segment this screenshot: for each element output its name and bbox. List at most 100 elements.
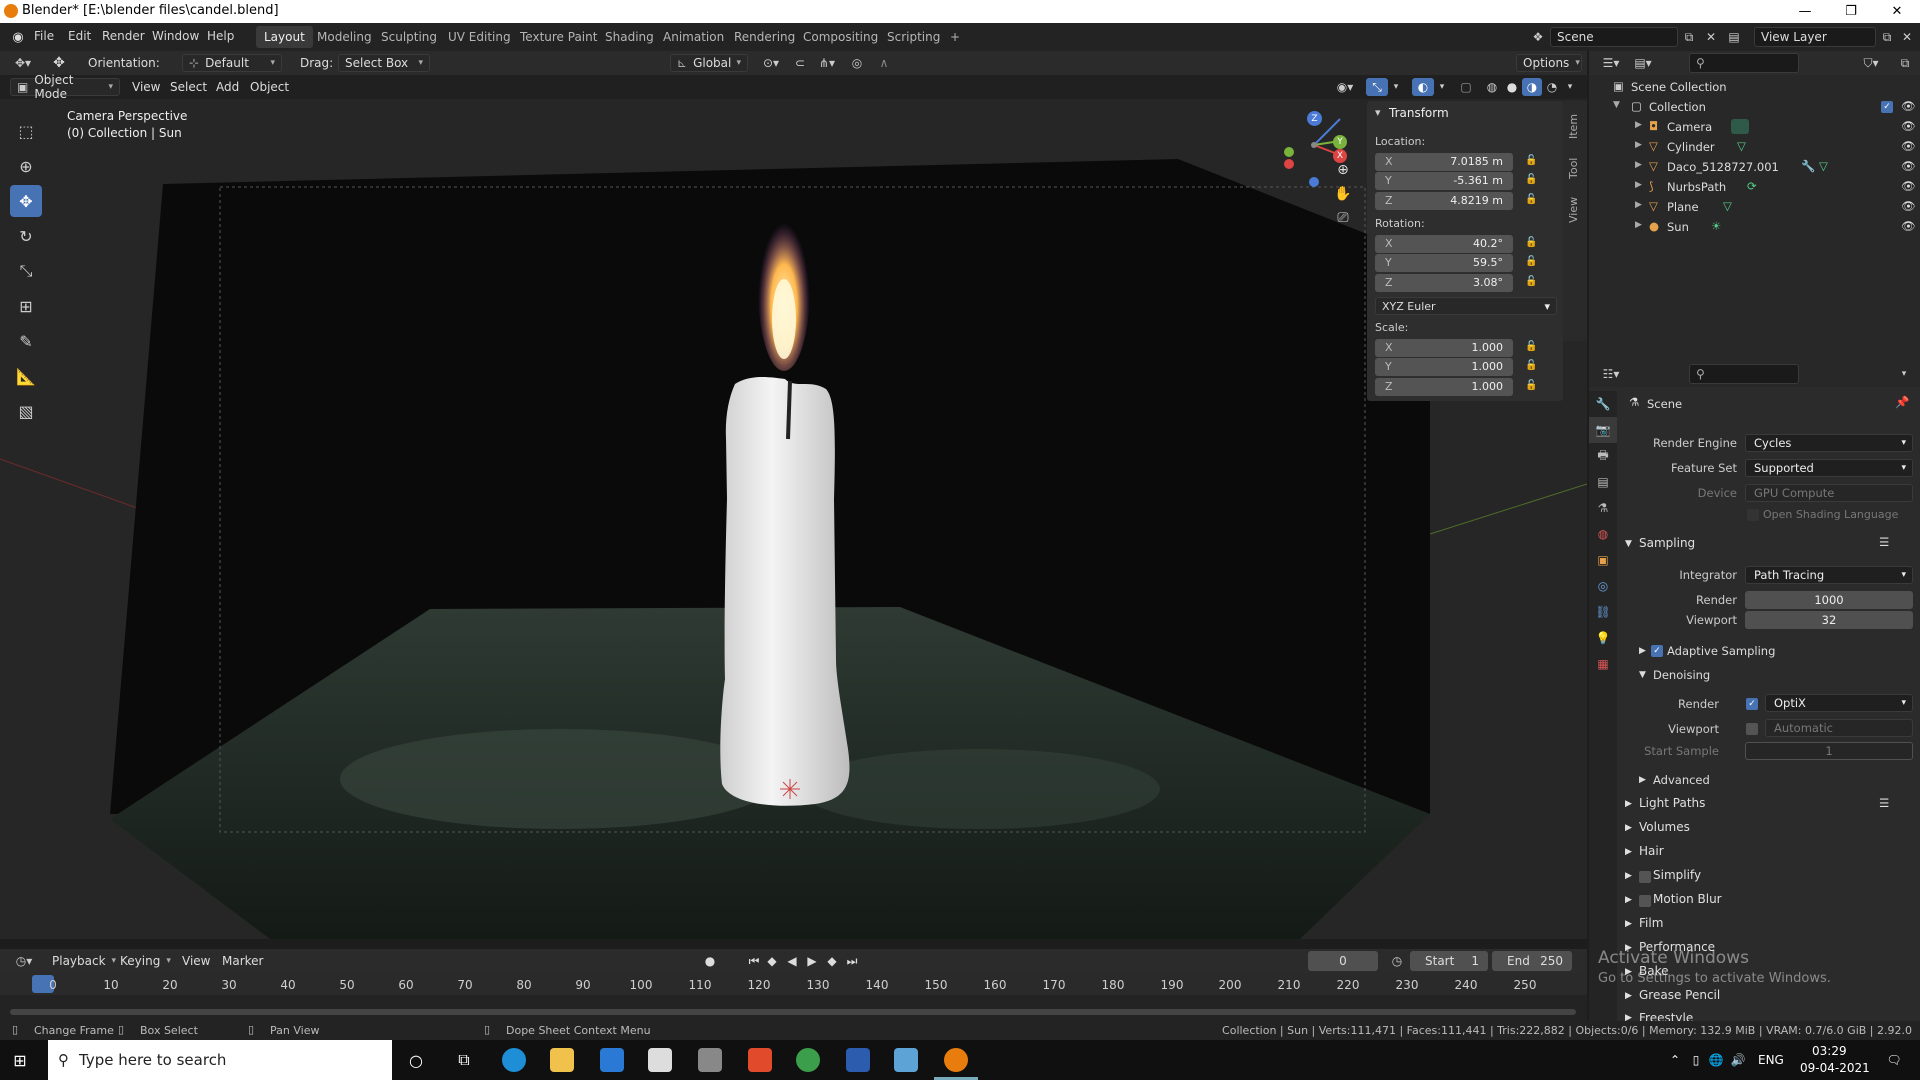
location-z-field[interactable]: Z 4.8219 m bbox=[1375, 192, 1513, 210]
advanced-chevron-icon[interactable]: ▶ bbox=[1639, 775, 1646, 785]
motion-blur-checkbox[interactable] bbox=[1639, 893, 1651, 907]
outliner-row-nurbspath[interactable]: ▶ ⟆ NurbsPath ⟳ 👁 bbox=[1589, 177, 1920, 197]
overlays-dropdown-icon[interactable]: ▾ bbox=[1436, 78, 1448, 96]
outliner-row-scene-collection[interactable]: ▣ Scene Collection bbox=[1589, 77, 1920, 97]
exclude-checkbox[interactable]: ✓ bbox=[1881, 101, 1893, 113]
mail-icon[interactable] bbox=[600, 1048, 624, 1072]
render-samples-field[interactable]: 1000 bbox=[1745, 591, 1913, 609]
chrome-icon[interactable] bbox=[796, 1048, 820, 1072]
lock-icon[interactable]: 🔓 bbox=[1525, 341, 1539, 355]
shading-dropdown-icon[interactable]: ▾ bbox=[1564, 78, 1576, 96]
lock-icon[interactable]: 🔓 bbox=[1525, 155, 1539, 169]
outliner-row-daco[interactable]: ▶ ▽ Daco_5128727.001 🔧 ▽ 👁 bbox=[1589, 157, 1920, 177]
sampling-section[interactable]: Sampling bbox=[1639, 536, 1695, 550]
tab-rendering[interactable]: Rendering bbox=[726, 26, 803, 48]
lock-icon[interactable]: 🔓 bbox=[1525, 237, 1539, 251]
move-tool-icon[interactable]: ✥ bbox=[10, 185, 42, 217]
world-tab-icon[interactable]: ◍ bbox=[1589, 521, 1617, 547]
timeline-scrollbar[interactable] bbox=[10, 1009, 1576, 1015]
outliner-row-plane[interactable]: ▶ ▽ Plane ▽ 👁 bbox=[1589, 197, 1920, 217]
eye-icon[interactable]: 👁 bbox=[1901, 159, 1916, 173]
light-paths-section[interactable]: Light Paths bbox=[1639, 796, 1705, 810]
transform-chevron-icon[interactable]: ▾ bbox=[1375, 106, 1381, 119]
freestyle-section[interactable]: Freestyle bbox=[1639, 1011, 1693, 1021]
rotation-x-field[interactable]: X 40.2° bbox=[1375, 235, 1513, 253]
rotation-mode-dropdown[interactable]: XYZ Euler ▾ bbox=[1375, 297, 1557, 315]
gizmo-z-icon[interactable]: Z bbox=[1307, 111, 1322, 126]
menu-object[interactable]: Object bbox=[244, 78, 295, 96]
adaptive-chevron-icon[interactable]: ▶ bbox=[1639, 646, 1646, 656]
rotation-z-field[interactable]: Z 3.08° bbox=[1375, 274, 1513, 292]
tab-tool[interactable]: Tool bbox=[1567, 158, 1580, 179]
gizmo-blue-icon[interactable] bbox=[1309, 177, 1319, 187]
play-reverse-icon[interactable]: ◀ bbox=[784, 952, 800, 970]
simplify-section[interactable]: Simplify bbox=[1653, 868, 1701, 882]
select-box-tool-icon[interactable]: ⬚ bbox=[10, 115, 42, 147]
clock-time[interactable]: 03:29 bbox=[1812, 1044, 1847, 1058]
view-layer-field[interactable]: View Layer bbox=[1754, 27, 1876, 47]
location-x-field[interactable]: X 7.0185 m bbox=[1375, 153, 1513, 171]
solid-shading-icon[interactable]: ● bbox=[1502, 78, 1522, 96]
remove-scene-icon[interactable]: ✕ bbox=[1702, 28, 1720, 46]
section-chevron-icon[interactable]: ▶ bbox=[1625, 991, 1632, 1001]
pin-icon[interactable]: 📌 bbox=[1895, 395, 1909, 409]
properties-search-input[interactable]: ⚲ bbox=[1689, 364, 1799, 384]
denoise-render-dropdown[interactable]: OptiX ▾ bbox=[1765, 694, 1913, 712]
pivot-point-icon[interactable]: ⊙▾ bbox=[756, 54, 786, 72]
menu-add[interactable]: Add bbox=[210, 78, 245, 96]
expand-icon[interactable]: ▶ bbox=[1635, 180, 1642, 190]
tab-animation[interactable]: Animation bbox=[655, 26, 732, 48]
end-frame-field[interactable]: End 250 bbox=[1492, 951, 1572, 971]
presets-list-icon[interactable]: ☰ bbox=[1879, 535, 1889, 549]
overlays-icon[interactable]: ◐ bbox=[1412, 78, 1434, 96]
editor-type-icon[interactable]: ☰▾ bbox=[1597, 54, 1625, 72]
menu-select[interactable]: Select bbox=[164, 78, 213, 96]
outliner-row-sun[interactable]: ▶ ● Sun ☀ 👁 bbox=[1589, 217, 1920, 237]
tray-chevron-icon[interactable]: ⌃ bbox=[1668, 1052, 1682, 1068]
expand-icon[interactable]: ▶ bbox=[1635, 140, 1642, 150]
gizmo-icon[interactable]: ⤡ bbox=[1366, 78, 1388, 96]
output-tab-icon[interactable]: 🖶 bbox=[1589, 443, 1617, 469]
display-mode-icon[interactable]: ▤▾ bbox=[1629, 54, 1657, 72]
physics-tab-icon[interactable]: ◎ bbox=[1589, 573, 1617, 599]
add-workspace-button[interactable]: + bbox=[942, 26, 968, 48]
blender-menu-icon[interactable]: ◉ bbox=[10, 29, 26, 45]
volumes-section[interactable]: Volumes bbox=[1639, 820, 1690, 834]
new-scene-icon[interactable]: ⧉ bbox=[1680, 28, 1698, 46]
outliner-row-cylinder[interactable]: ▶ ▽ Cylinder ▽ 👁 bbox=[1589, 137, 1920, 157]
file-explorer-icon[interactable] bbox=[550, 1048, 574, 1072]
editor-type-icon[interactable]: ✥▾ bbox=[10, 54, 36, 72]
osl-checkbox[interactable] bbox=[1747, 507, 1759, 521]
integrator-dropdown[interactable]: Path Tracing ▾ bbox=[1745, 566, 1913, 584]
task-view-icon[interactable]: ⧉ bbox=[452, 1048, 476, 1072]
editor-type-icon[interactable]: ◷▾ bbox=[10, 952, 38, 970]
options-chevron-icon[interactable]: ▾ bbox=[1895, 365, 1913, 383]
section-chevron-icon[interactable]: ▶ bbox=[1625, 799, 1632, 809]
next-keyframe-icon[interactable]: ◆ bbox=[824, 952, 840, 970]
device-dropdown[interactable]: GPU Compute bbox=[1745, 484, 1913, 502]
jump-start-icon[interactable]: ⏮ bbox=[746, 952, 762, 970]
gizmo-red-icon[interactable] bbox=[1284, 159, 1294, 169]
annotate-tool-icon[interactable]: ✎ bbox=[10, 325, 42, 357]
tab-compositing[interactable]: Compositing bbox=[795, 26, 886, 48]
tab-uv-editing[interactable]: UV Editing bbox=[440, 26, 519, 48]
tab-texture-paint[interactable]: Texture Paint bbox=[512, 26, 605, 48]
lock-icon[interactable]: 🔓 bbox=[1525, 194, 1539, 208]
view-layer-tab-icon[interactable]: ▤ bbox=[1589, 469, 1617, 495]
eye-icon[interactable]: 👁 bbox=[1901, 219, 1916, 233]
menu-window[interactable]: Window bbox=[152, 29, 199, 43]
location-y-field[interactable]: Y -5.361 m bbox=[1375, 172, 1513, 190]
editor-type-icon[interactable]: ☷▾ bbox=[1597, 365, 1625, 383]
denoise-viewport-checkbox[interactable] bbox=[1746, 721, 1758, 735]
minimize-button[interactable]: — bbox=[1782, 0, 1828, 23]
eye-icon[interactable]: 👁 bbox=[1901, 179, 1916, 193]
lock-icon[interactable]: 🔓 bbox=[1525, 174, 1539, 188]
orientation-dropdown[interactable]: ⊹ Default ▾ bbox=[182, 54, 282, 72]
scale-tool-icon[interactable]: ⤡ bbox=[10, 255, 42, 287]
eye-icon[interactable]: 👁 bbox=[1901, 119, 1916, 133]
transform-orientation-dropdown[interactable]: ⊾ Global ▾ bbox=[670, 54, 748, 72]
tab-sculpting[interactable]: Sculpting bbox=[373, 26, 445, 48]
expand-icon[interactable]: ▼ bbox=[1613, 100, 1620, 110]
usb-icon[interactable] bbox=[698, 1048, 722, 1072]
tab-layout[interactable]: Layout bbox=[256, 26, 313, 48]
